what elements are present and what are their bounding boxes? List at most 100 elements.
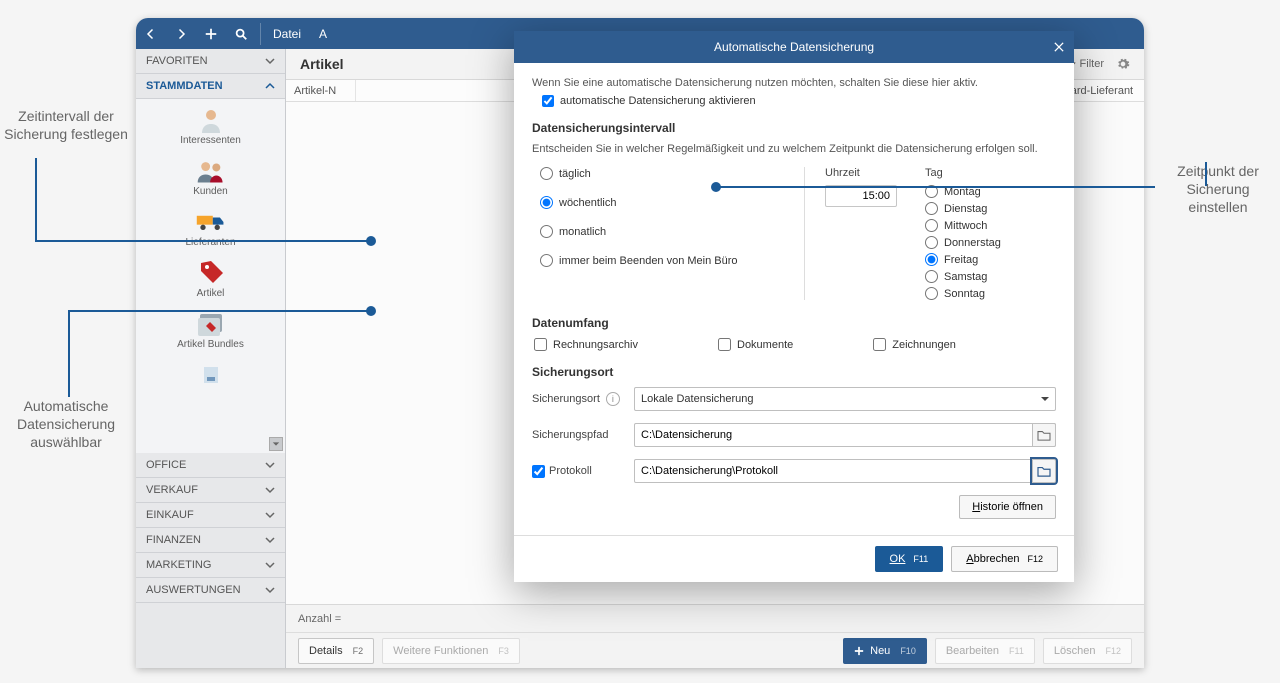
day-sa[interactable]: Samstag <box>925 270 1001 283</box>
section-scope-title: Datenumfang <box>532 316 1056 330</box>
activate-checkbox[interactable]: automatische Datensicherung aktivieren <box>542 95 1056 107</box>
sidebar-section-label: AUSWERTUNGEN <box>146 584 241 596</box>
day-di[interactable]: Dienstag <box>925 202 1001 215</box>
proto-input[interactable] <box>634 459 1056 483</box>
new-button[interactable]: NeuF10 <box>843 638 927 664</box>
plus-icon <box>204 27 218 41</box>
sidebar-section-stammdaten[interactable]: STAMMDATEN <box>136 74 285 99</box>
col-artikelnr[interactable]: Artikel-N <box>286 80 356 101</box>
close-icon <box>1054 42 1064 52</box>
day-do[interactable]: Donnerstag <box>925 236 1001 249</box>
sidebar-section-label: VERKAUF <box>146 484 198 496</box>
scroll-down-button[interactable] <box>269 437 283 451</box>
app-window: Datei A FAVORITEN STAMMDATEN Interessent… <box>136 18 1144 668</box>
cancel-button[interactable]: AbbrechenF12 <box>951 546 1058 572</box>
sidebar-section-auswertungen[interactable]: AUSWERTUNGEN <box>136 578 285 603</box>
sidebar-section-finanzen[interactable]: FINANZEN <box>136 528 285 553</box>
sidebar-item-artikel[interactable]: Artikel <box>136 252 285 303</box>
sidebar-section-label: FINANZEN <box>146 534 201 546</box>
sidebar-item-interessenten[interactable]: Interessenten <box>136 99 285 150</box>
day-mi[interactable]: Mittwoch <box>925 219 1001 232</box>
day-so[interactable]: Sonntag <box>925 287 1001 300</box>
proto-checkbox[interactable] <box>532 465 545 478</box>
annotation-dot <box>366 306 376 316</box>
time-input[interactable] <box>825 185 897 207</box>
menu-file[interactable]: Datei <box>273 27 301 41</box>
chevron-down-icon <box>265 460 275 470</box>
stack-icon <box>195 311 227 337</box>
annotation-line <box>68 310 370 312</box>
document-icon <box>195 362 227 388</box>
sidebar-section-label: MARKETING <box>146 559 211 571</box>
section-dest-title: Sicherungsort <box>532 365 1056 379</box>
sidebar-section-office[interactable]: OFFICE <box>136 453 285 478</box>
freq-weekly[interactable]: wöchentlich <box>540 196 780 209</box>
sidebar-section-favoriten[interactable]: FAVORITEN <box>136 49 285 74</box>
freq-onexit[interactable]: immer beim Beenden von Mein Büro <box>540 254 780 267</box>
sidebar: FAVORITEN STAMMDATEN Interessenten Kunde… <box>136 49 286 668</box>
proto-browse-button[interactable] <box>1032 459 1056 483</box>
close-button[interactable] <box>1044 31 1074 63</box>
annotation-line <box>68 310 70 397</box>
sidebar-section-label: OFFICE <box>146 459 186 471</box>
bottom-bar: Anzahl = DetailsF2 Weitere FunktionenF3 … <box>286 604 1144 668</box>
path-input[interactable] <box>634 423 1056 447</box>
dest-select[interactable]: Lokale Datensicherung <box>634 387 1056 411</box>
annotation-line <box>35 158 37 242</box>
scope-archiv[interactable]: Rechnungsarchiv <box>534 338 638 351</box>
sidebar-section-marketing[interactable]: MARKETING <box>136 553 285 578</box>
sidebar-section-label: EINKAUF <box>146 509 194 521</box>
chevron-right-icon <box>175 28 187 40</box>
path-browse-button[interactable] <box>1032 423 1056 447</box>
content-area: Artikel 0 Gesamt Filter Artikel-N EK-Pre… <box>286 49 1144 668</box>
dialog-intro: Wenn Sie eine automatische Datensicherun… <box>532 77 1056 89</box>
freq-monthly[interactable]: monatlich <box>540 225 780 238</box>
menu-second[interactable]: A <box>319 27 327 41</box>
activate-checkbox-label: automatische Datensicherung aktivieren <box>560 95 756 107</box>
sidebar-section-verkauf[interactable]: VERKAUF <box>136 478 285 503</box>
add-button[interactable] <box>196 18 226 49</box>
sidebar-item-lieferanten[interactable]: Lieferanten <box>136 201 285 252</box>
dialog-footer: OKF11 AbbrechenF12 <box>514 535 1074 582</box>
scope-docs[interactable]: Dokumente <box>718 338 793 351</box>
sidebar-section-einkauf[interactable]: EINKAUF <box>136 503 285 528</box>
activate-checkbox-input[interactable] <box>542 95 554 107</box>
scope-drawings[interactable]: Zeichnungen <box>873 338 956 351</box>
edit-button[interactable]: BearbeitenF11 <box>935 638 1035 664</box>
history-button[interactable]: Historie öffnen <box>959 495 1056 519</box>
info-icon[interactable]: i <box>606 392 620 406</box>
dialog-title: Automatische Datensicherung <box>714 40 874 54</box>
ok-button[interactable]: OKF11 <box>875 546 944 572</box>
search-icon <box>234 27 248 41</box>
count-label: Anzahl = <box>298 613 341 625</box>
more-functions-button[interactable]: Weitere FunktionenF3 <box>382 638 520 664</box>
sidebar-item-extra[interactable] <box>136 354 285 392</box>
path-label: Sicherungspfad <box>532 429 624 441</box>
annotation-line <box>715 186 1155 188</box>
details-button[interactable]: DetailsF2 <box>298 638 374 664</box>
annotation-dot <box>711 182 721 192</box>
chevron-left-icon <box>145 28 157 40</box>
annotation-line <box>1205 162 1207 186</box>
caret-down-icon <box>1040 394 1050 404</box>
freq-daily[interactable]: täglich <box>540 167 780 180</box>
page-title: Artikel <box>300 56 344 72</box>
gear-icon[interactable] <box>1116 57 1130 71</box>
chevron-down-icon <box>265 535 275 545</box>
nav-forward-button[interactable] <box>166 18 196 49</box>
menubar: Datei A <box>273 27 327 41</box>
annotation-interval: Zeitintervall der Sicherung festlegen <box>2 107 130 143</box>
chevron-down-icon <box>265 585 275 595</box>
sidebar-item-label: Kunden <box>136 186 285 197</box>
nav-back-button[interactable] <box>136 18 166 49</box>
annotation-time: Zeitpunkt der Sicherung einstellen <box>1158 162 1278 217</box>
sidebar-section-label: FAVORITEN <box>146 55 208 67</box>
day-fr[interactable]: Freitag <box>925 253 1001 266</box>
delete-button[interactable]: LöschenF12 <box>1043 638 1132 664</box>
chevron-down-icon <box>265 56 275 66</box>
tag-icon <box>195 260 227 286</box>
plus-icon <box>854 646 864 656</box>
search-button[interactable] <box>226 18 256 49</box>
section-interval-title: Datensicherungsintervall <box>532 121 1056 135</box>
sidebar-item-kunden[interactable]: Kunden <box>136 150 285 201</box>
